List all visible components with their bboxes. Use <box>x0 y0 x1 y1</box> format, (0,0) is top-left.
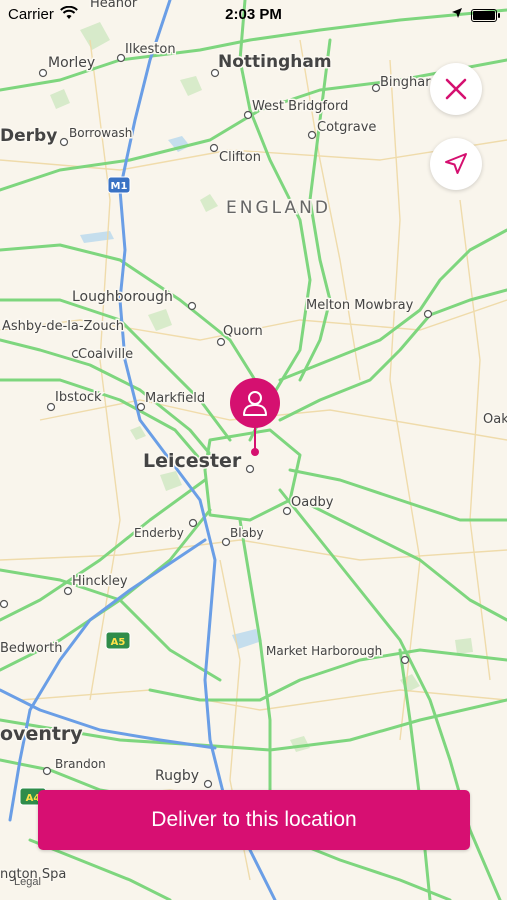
place-ashby: Ashby-de-la-Zouch <box>2 319 124 334</box>
battery-icon <box>471 9 500 22</box>
pin-head <box>230 378 280 428</box>
place-market-harborough: Market Harborough <box>266 644 382 658</box>
place-rugby: Rugby <box>155 768 199 784</box>
navigation-arrow-icon <box>445 153 467 174</box>
place-coalville: Coalville <box>78 347 133 362</box>
road-label-a5: A5 <box>111 637 126 648</box>
status-time: 2:03 PM <box>225 6 282 23</box>
legal-link[interactable]: Legal <box>14 876 41 888</box>
place-ilkeston: Ilkeston <box>125 42 176 57</box>
deliver-to-location-button[interactable]: Deliver to this location <box>38 790 470 850</box>
place-melton-mowbray: Melton Mowbray <box>306 298 414 313</box>
place-blaby: Blaby <box>230 526 264 540</box>
place-loughborough: Loughborough <box>72 289 173 305</box>
status-bar: Carrier 2:03 PM <box>0 0 507 30</box>
location-pin[interactable] <box>230 378 280 458</box>
place-hinckley: Hinckley <box>72 574 128 589</box>
place-nottingham: Nottingham <box>218 52 332 72</box>
close-icon <box>445 78 467 100</box>
place-bedworth: Bedworth <box>0 641 62 656</box>
place-enderby: Enderby <box>134 526 184 540</box>
place-leicester: Leicester <box>143 450 242 472</box>
place-brandon: Brandon <box>55 757 106 771</box>
place-borrowash: Borrowash <box>69 126 132 140</box>
location-services-icon <box>451 6 463 23</box>
place-coventry: oventry <box>0 723 83 745</box>
place-oadby: Oadby <box>291 495 334 510</box>
pin-dot <box>251 448 259 456</box>
region-label: ENGLAND <box>226 198 331 218</box>
place-clifton: Clifton <box>219 150 261 165</box>
user-icon <box>243 391 267 416</box>
place-west-bridgford: West Bridgford <box>252 99 348 114</box>
place-ibstock: Ibstock <box>55 390 102 405</box>
place-cotgrave: Cotgrave <box>317 120 376 135</box>
pin-stem <box>254 426 256 450</box>
close-button[interactable] <box>430 63 482 115</box>
place-markfield: Markfield <box>145 391 205 406</box>
place-derby: Derby <box>0 126 57 146</box>
locate-button[interactable] <box>430 138 482 190</box>
place-bingham: Binghar <box>380 75 431 90</box>
place-quorn: Quorn <box>223 324 263 339</box>
place-morley: Morley <box>48 55 95 71</box>
place-oakham: Oak <box>483 412 507 427</box>
road-label-m1: M1 <box>111 181 128 192</box>
